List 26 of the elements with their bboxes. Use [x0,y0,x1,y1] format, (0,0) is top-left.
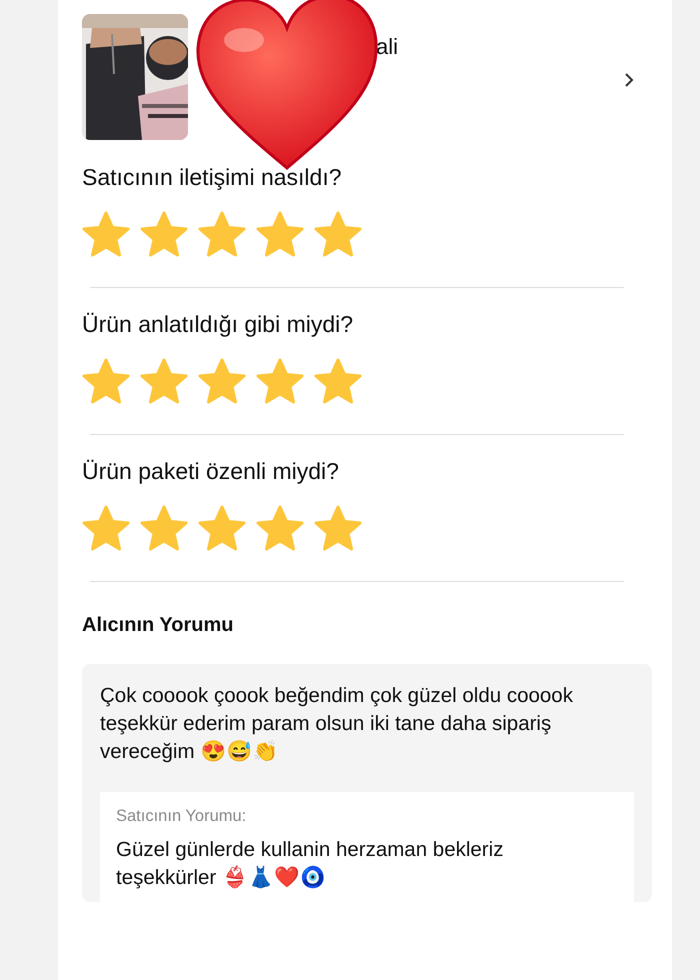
star-icon[interactable] [198,504,246,553]
question-text: Ürün paketi özenli miydi? [82,456,340,486]
star-icon[interactable] [256,210,304,259]
star-icon[interactable] [82,358,130,406]
question-text: Satıcının iletişimi nasıldı? [82,163,343,192]
star-icon[interactable] [140,210,188,259]
reply-text: Güzel günlerde kullanin herzaman bekleriz teşekkürler 👙👗❤🧿 [116,837,504,892]
star-icon[interactable] [140,504,188,553]
chevron-right-icon[interactable] [624,72,634,88]
star-icon[interactable] [256,358,304,406]
star-icon[interactable] [198,210,246,259]
section-heading: Alıcının Yorumu [82,612,234,638]
star-rating[interactable] [82,210,362,259]
question-text: Ürün anlatıldığı gibi miydi? [82,310,354,339]
star-rating[interactable] [82,358,362,406]
comment-text: Çok cooook çoook beğendim çok güzel oldu cooook teşekkür ederim param olsun iki tane daha sipariş vereceğim 😍😅👏 [100,682,574,765]
star-icon[interactable] [140,358,188,406]
star-icon[interactable] [256,504,304,553]
reply-label: Satıcının Yorumu: [116,806,248,827]
star-icon[interactable] [82,210,130,259]
star-icon[interactable] [314,504,362,553]
star-icon[interactable] [314,210,362,259]
star-icon[interactable] [82,504,130,553]
star-icon[interactable] [198,358,246,406]
star-rating[interactable] [82,504,362,553]
star-icon[interactable] [314,358,362,406]
